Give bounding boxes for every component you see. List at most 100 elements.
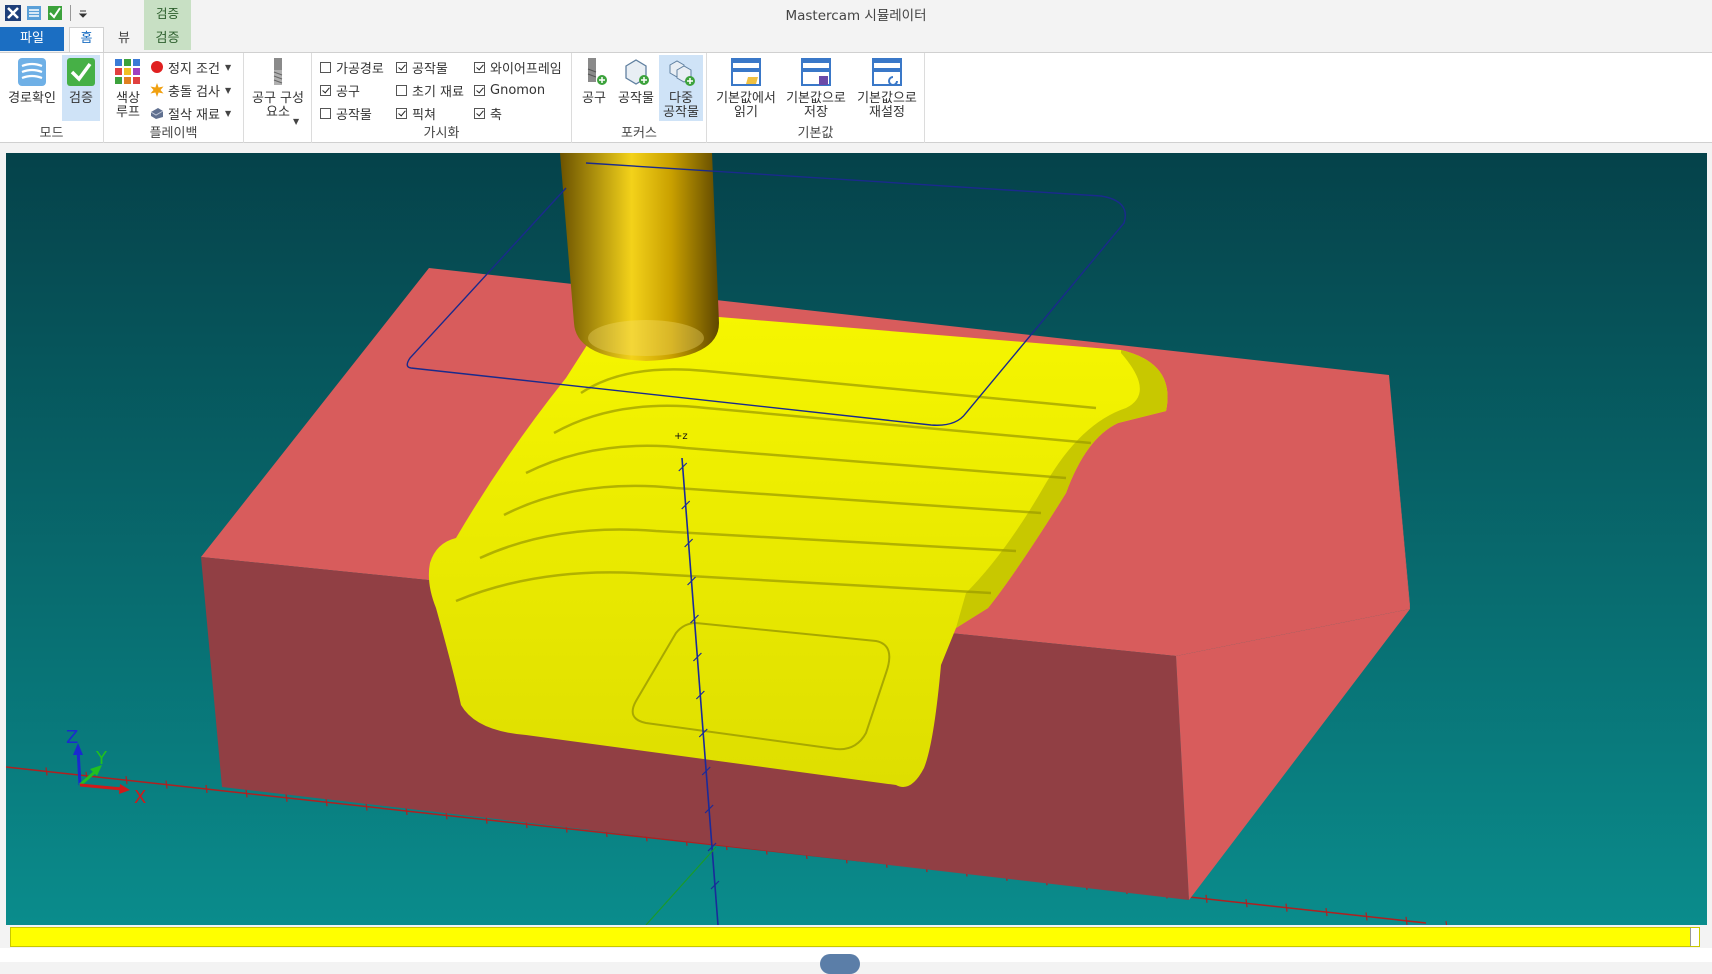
visibility-tool-label: 공구 bbox=[336, 84, 360, 100]
save-defaults-icon bbox=[799, 55, 833, 89]
reset-defaults-label: 기본값으로 재설정 bbox=[857, 91, 917, 120]
visibility-picture-label: 픽쳐 bbox=[412, 107, 436, 123]
visibility-workpiece-label: 공작물 bbox=[412, 61, 448, 77]
verify-label: 검증 bbox=[69, 91, 93, 106]
visibility-initial-stock-checkbox[interactable]: 초기 재료 bbox=[396, 80, 464, 100]
chevron-down-icon: ▼ bbox=[224, 108, 232, 118]
reset-defaults-button[interactable]: 기본값으로 재설정 bbox=[853, 55, 921, 120]
simulation-progress-bar[interactable] bbox=[10, 927, 1700, 947]
cut-stock-icon bbox=[150, 108, 164, 119]
simulation-viewport[interactable]: +z Z Y X bbox=[6, 153, 1707, 925]
checkbox-1[interactable] bbox=[396, 61, 407, 73]
axis-plus-z-label: +z bbox=[674, 431, 688, 442]
collision-icon bbox=[150, 83, 164, 97]
group-playback: 색상 루프 정지 조건 ▼ 충돌 검사 ▼ 절삭 재료 ▼ 플레이백 bbox=[104, 53, 244, 143]
verify-button[interactable]: 검증 bbox=[62, 55, 100, 121]
window-title: Mastercam 시뮬레이터 bbox=[785, 8, 927, 24]
progress-end-marker[interactable] bbox=[1690, 928, 1699, 946]
visibility-wireframe-checkbox[interactable]: 와이어프레임 bbox=[474, 57, 562, 77]
end-mill-icon bbox=[261, 55, 295, 89]
checkbox-8[interactable] bbox=[474, 107, 485, 119]
chevron-down-icon: ▼ bbox=[224, 85, 232, 95]
focus-multi-workpiece-label: 다중 공작물 bbox=[663, 91, 699, 120]
visibility-axis-checkbox[interactable]: 축 bbox=[474, 103, 502, 123]
visibility-fixture-label: 공작물 bbox=[336, 107, 372, 123]
visibility-wireframe-label: 와이어프레임 bbox=[490, 61, 562, 77]
collision-check-dropdown[interactable]: 충돌 검사 ▼ bbox=[150, 80, 231, 100]
group-visibility-label: 가시화 bbox=[423, 126, 460, 141]
tab-file[interactable]: 파일 bbox=[0, 27, 64, 51]
checkbox-3[interactable] bbox=[320, 84, 331, 96]
stop-conditions-dropdown[interactable]: 정지 조건 ▼ bbox=[150, 57, 231, 77]
reset-defaults-icon bbox=[870, 55, 904, 89]
checkbox-5[interactable] bbox=[474, 84, 485, 96]
group-mode-label: 모드 bbox=[39, 126, 64, 141]
path-check-button[interactable]: 경로확인 bbox=[6, 55, 58, 106]
visibility-gnomon-checkbox[interactable]: Gnomon bbox=[474, 80, 545, 100]
path-check-label: 경로확인 bbox=[8, 91, 56, 106]
group-focus: 공구 공작물 다중 공작물 포커스 bbox=[572, 53, 707, 143]
group-visibility: 가공경로 공작물 와이어프레임 공구 초기 재료 Gnomon 공작물 픽쳐 축… bbox=[312, 53, 572, 143]
tab-verify[interactable]: 검증 bbox=[144, 28, 191, 50]
verify-icon bbox=[64, 55, 98, 89]
gnomon-y-label: Y bbox=[95, 748, 108, 769]
focus-workpiece-icon bbox=[619, 55, 653, 89]
visibility-fixture-checkbox[interactable]: 공작물 bbox=[320, 103, 372, 123]
focus-multi-workpiece-button[interactable]: 다중 공작물 bbox=[659, 55, 703, 121]
title-bar: Mastercam 시뮬레이터 bbox=[0, 0, 1712, 26]
tool-components-label: 공구 구성 요소 bbox=[252, 91, 304, 120]
tab-view[interactable]: 뷰 bbox=[110, 28, 138, 50]
contextual-group-label: 검증 bbox=[155, 6, 179, 21]
group-tool-components: 공구 구성 요소 ▼ bbox=[244, 53, 312, 143]
focus-workpiece-button[interactable]: 공작물 bbox=[614, 55, 658, 106]
simulation-scene: +z Z Y X bbox=[6, 153, 1707, 925]
focus-multi-workpiece-icon bbox=[664, 55, 698, 89]
color-loop-button[interactable]: 색상 루프 bbox=[110, 55, 146, 120]
color-loop-icon bbox=[111, 55, 145, 89]
checkbox-7[interactable] bbox=[396, 107, 407, 119]
focus-tool-label: 공구 bbox=[582, 91, 606, 106]
load-defaults-label: 기본값에서 읽기 bbox=[716, 91, 776, 120]
visibility-tool-checkbox[interactable]: 공구 bbox=[320, 80, 360, 100]
group-mode: 경로확인 검증 모드 bbox=[0, 53, 104, 143]
chevron-down-icon: ▼ bbox=[224, 62, 232, 72]
group-defaults-label: 기본값 bbox=[797, 126, 834, 141]
stop-conditions-label: 정지 조건 bbox=[168, 61, 220, 77]
gnomon-x-label: X bbox=[134, 787, 146, 808]
path-check-icon bbox=[15, 55, 49, 89]
load-defaults-icon bbox=[729, 55, 763, 89]
visibility-initial-stock-label: 초기 재료 bbox=[412, 84, 464, 100]
cut-stock-label: 절삭 재료 bbox=[168, 107, 220, 123]
cutting-tool bbox=[560, 153, 719, 361]
stop-icon bbox=[151, 61, 163, 73]
ribbon-tab-row: 파일 홈 뷰 검증 bbox=[0, 26, 1712, 53]
checkbox-4[interactable] bbox=[396, 84, 407, 96]
checkbox-2[interactable] bbox=[474, 61, 485, 73]
playback-slider-thumb[interactable] bbox=[820, 954, 860, 974]
tool-components-button[interactable]: 공구 구성 요소 bbox=[248, 55, 308, 120]
focus-tool-button[interactable]: 공구 bbox=[574, 55, 614, 106]
chevron-down-icon: ▼ bbox=[293, 117, 300, 126]
color-loop-label: 색상 루프 bbox=[116, 91, 140, 120]
save-defaults-label: 기본값으로 저장 bbox=[786, 91, 846, 120]
checkbox-0[interactable] bbox=[320, 61, 331, 73]
checkbox-6[interactable] bbox=[320, 107, 331, 119]
focus-workpiece-label: 공작물 bbox=[618, 91, 654, 106]
visibility-axis-label: 축 bbox=[490, 107, 502, 123]
group-focus-label: 포커스 bbox=[621, 126, 657, 141]
visibility-gnomon-label: Gnomon bbox=[490, 82, 546, 98]
cut-stock-dropdown[interactable]: 절삭 재료 ▼ bbox=[150, 103, 231, 123]
collision-check-label: 충돌 검사 bbox=[168, 84, 220, 100]
visibility-picture-checkbox[interactable]: 픽쳐 bbox=[396, 103, 436, 123]
group-defaults: 기본값에서 읽기 기본값으로 저장 기본값으로 재설정 기본값 bbox=[707, 53, 925, 143]
group-playback-label: 플레이백 bbox=[149, 126, 198, 141]
visibility-toolpath-label: 가공경로 bbox=[336, 61, 384, 77]
visibility-toolpath-checkbox[interactable]: 가공경로 bbox=[320, 57, 384, 77]
ribbon: 경로확인 검증 모드 색상 루프 정지 조건 ▼ 충돌 검사 ▼ 절삭 재료 ▼… bbox=[0, 52, 1712, 143]
visibility-workpiece-checkbox[interactable]: 공작물 bbox=[396, 57, 448, 77]
gnomon-z-label: Z bbox=[66, 727, 78, 748]
load-defaults-button[interactable]: 기본값에서 읽기 bbox=[711, 55, 781, 120]
save-defaults-button[interactable]: 기본값으로 저장 bbox=[783, 55, 849, 120]
tab-home[interactable]: 홈 bbox=[69, 27, 104, 53]
focus-tool-icon bbox=[577, 55, 611, 89]
